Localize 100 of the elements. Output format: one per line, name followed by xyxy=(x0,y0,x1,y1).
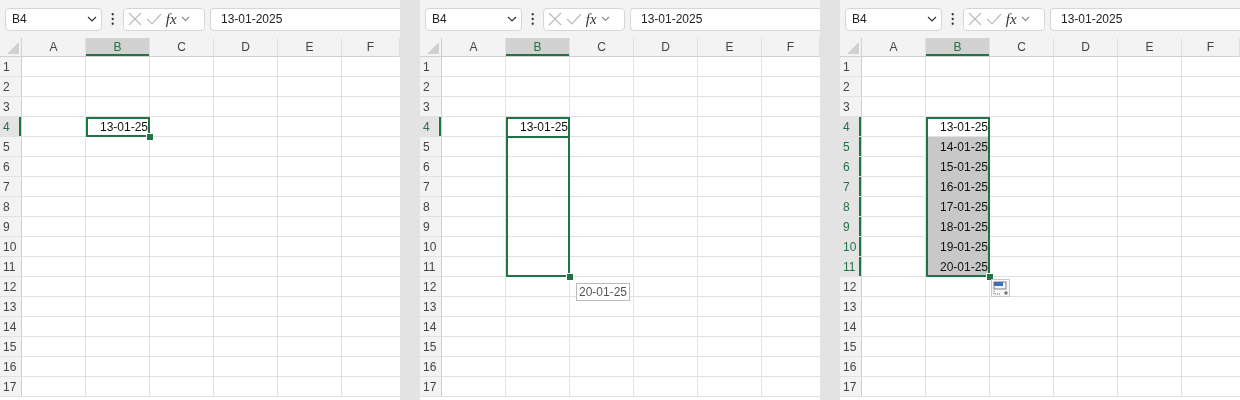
row-header[interactable]: 16 xyxy=(840,357,862,377)
cell[interactable]: 17-01-25 xyxy=(926,197,990,217)
row-header[interactable]: 8 xyxy=(0,197,22,217)
column-header[interactable]: E xyxy=(698,38,762,57)
column-header[interactable]: F xyxy=(1182,38,1240,57)
chevron-down-icon[interactable] xyxy=(1020,16,1030,22)
row-header[interactable]: 15 xyxy=(0,337,22,357)
row-header[interactable]: 13 xyxy=(420,297,442,317)
insert-function-button[interactable]: fx xyxy=(585,10,597,28)
check-icon[interactable] xyxy=(565,13,582,25)
cell[interactable]: 16-01-25 xyxy=(926,177,990,197)
cell[interactable]: 18-01-25 xyxy=(926,217,990,237)
row-header[interactable]: 11 xyxy=(420,257,442,277)
cell[interactable]: 13-01-25 xyxy=(926,117,990,137)
column-header[interactable]: C xyxy=(990,38,1054,57)
row-header[interactable]: 4 xyxy=(840,117,862,137)
formula-field[interactable]: 13-01-2025 xyxy=(1050,7,1240,31)
insert-function-button[interactable]: fx xyxy=(1005,10,1017,28)
row-header[interactable]: 3 xyxy=(420,97,442,117)
row-header[interactable]: 8 xyxy=(840,197,862,217)
column-header[interactable]: F xyxy=(342,38,400,57)
check-icon[interactable] xyxy=(985,13,1002,25)
row-header[interactable]: 12 xyxy=(0,277,22,297)
column-header[interactable]: F xyxy=(762,38,820,57)
row-header[interactable]: 8 xyxy=(420,197,442,217)
selected-cell[interactable] xyxy=(506,237,570,257)
row-header[interactable]: 13 xyxy=(0,297,22,317)
row-header[interactable]: 10 xyxy=(0,237,22,257)
cell[interactable]: 13-01-25 xyxy=(506,117,570,137)
column-header[interactable]: B xyxy=(506,38,570,57)
column-header[interactable]: E xyxy=(278,38,342,57)
row-header[interactable]: 12 xyxy=(420,277,442,297)
selected-cell[interactable] xyxy=(506,137,570,157)
row-header[interactable]: 17 xyxy=(420,377,442,397)
column-header[interactable]: D xyxy=(1054,38,1118,57)
column-header[interactable]: E xyxy=(1118,38,1182,57)
cell[interactable]: 14-01-25 xyxy=(926,137,990,157)
row-header[interactable]: 2 xyxy=(420,77,442,97)
row-header[interactable]: 6 xyxy=(0,157,22,177)
row-header[interactable]: 2 xyxy=(0,77,22,97)
auto-fill-options-icon[interactable] xyxy=(991,279,1010,297)
row-header[interactable]: 12 xyxy=(840,277,862,297)
name-box[interactable]: B4 xyxy=(5,7,103,31)
row-header[interactable]: 5 xyxy=(0,137,22,157)
row-header[interactable]: 14 xyxy=(0,317,22,337)
row-header[interactable]: 7 xyxy=(840,177,862,197)
row-header[interactable]: 6 xyxy=(420,157,442,177)
fill-handle[interactable] xyxy=(986,273,994,281)
row-header[interactable]: 4 xyxy=(0,117,22,137)
row-header[interactable]: 1 xyxy=(420,57,442,77)
row-header[interactable]: 11 xyxy=(840,257,862,277)
column-header[interactable]: D xyxy=(214,38,278,57)
row-header[interactable]: 10 xyxy=(420,237,442,257)
row-header[interactable]: 14 xyxy=(420,317,442,337)
row-header[interactable]: 11 xyxy=(0,257,22,277)
row-header[interactable]: 1 xyxy=(840,57,862,77)
row-header[interactable]: 7 xyxy=(0,177,22,197)
row-header[interactable]: 7 xyxy=(420,177,442,197)
row-header[interactable]: 16 xyxy=(420,357,442,377)
row-header[interactable]: 10 xyxy=(840,237,862,257)
row-header[interactable]: 13 xyxy=(840,297,862,317)
row-header[interactable]: 1 xyxy=(0,57,22,77)
cell[interactable]: 13-01-25 xyxy=(86,117,150,137)
row-header[interactable]: 17 xyxy=(840,377,862,397)
row-header[interactable]: 3 xyxy=(840,97,862,117)
chevron-down-icon[interactable] xyxy=(600,16,610,22)
row-header[interactable]: 5 xyxy=(420,137,442,157)
name-box[interactable]: B4 xyxy=(845,7,943,31)
row-header[interactable]: 4 xyxy=(420,117,442,137)
column-header[interactable]: B xyxy=(926,38,990,57)
row-header[interactable]: 15 xyxy=(840,337,862,357)
row-header[interactable]: 15 xyxy=(420,337,442,357)
insert-function-button[interactable]: fx xyxy=(165,10,177,28)
formula-field[interactable]: 13-01-2025 xyxy=(210,7,400,31)
name-box[interactable]: B4 xyxy=(425,7,523,31)
column-header[interactable]: C xyxy=(570,38,634,57)
column-header[interactable]: C xyxy=(150,38,214,57)
cell[interactable]: 19-01-25 xyxy=(926,237,990,257)
column-header[interactable]: D xyxy=(634,38,698,57)
selected-cell[interactable] xyxy=(506,217,570,237)
row-header[interactable]: 9 xyxy=(420,217,442,237)
selected-cell[interactable] xyxy=(506,197,570,217)
row-header[interactable]: 9 xyxy=(0,217,22,237)
formula-field[interactable]: 13-01-2025 xyxy=(630,7,820,31)
fill-handle[interactable] xyxy=(566,273,574,281)
column-header[interactable]: A xyxy=(862,38,926,57)
selected-cell[interactable] xyxy=(506,157,570,177)
row-header[interactable]: 17 xyxy=(0,377,22,397)
row-header[interactable]: 3 xyxy=(0,97,22,117)
selected-cell[interactable] xyxy=(506,177,570,197)
row-header[interactable]: 5 xyxy=(840,137,862,157)
column-header[interactable]: A xyxy=(22,38,86,57)
row-header[interactable]: 2 xyxy=(840,77,862,97)
check-icon[interactable] xyxy=(145,13,162,25)
row-header[interactable]: 16 xyxy=(0,357,22,377)
fill-handle[interactable] xyxy=(146,133,154,141)
row-header[interactable]: 9 xyxy=(840,217,862,237)
chevron-down-icon[interactable] xyxy=(180,16,190,22)
row-header[interactable]: 14 xyxy=(840,317,862,337)
column-header[interactable]: A xyxy=(442,38,506,57)
